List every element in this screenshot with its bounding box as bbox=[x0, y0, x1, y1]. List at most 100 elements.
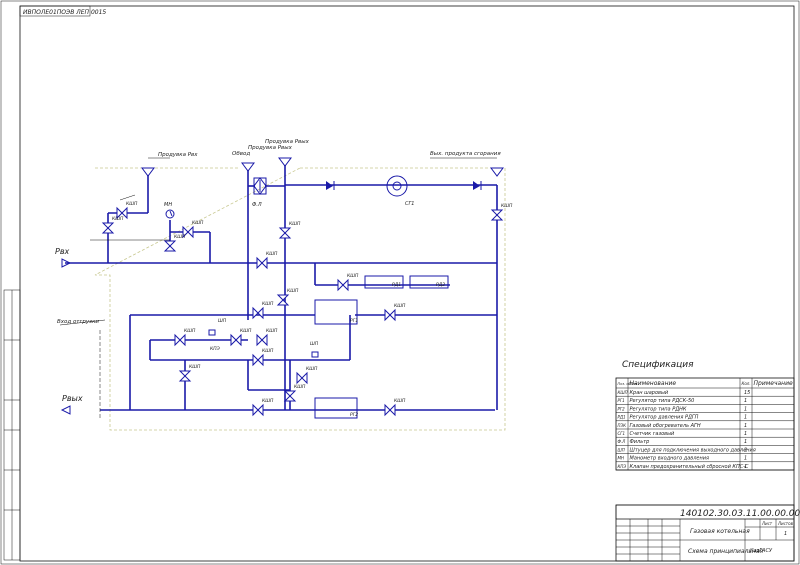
valve-label: КШП bbox=[189, 364, 201, 370]
label-pr2: РД2 bbox=[436, 282, 445, 288]
ball-valve-icon: КШП bbox=[256, 328, 278, 347]
label-rg2: РГ2 bbox=[350, 412, 358, 418]
top-stamp: ИВПОЛЕ01ПОЭВ ЛЕП 0015 bbox=[23, 9, 106, 16]
valve-label: КШП bbox=[184, 328, 196, 334]
spec-header: Примечание bbox=[754, 380, 793, 387]
valve-label: КШП bbox=[294, 384, 306, 390]
ball-valve-icon: КШП bbox=[252, 398, 274, 417]
spec-cell: Ф.Л bbox=[618, 439, 626, 444]
ball-valve-icon: КШП bbox=[256, 251, 278, 270]
valve-label: КШП bbox=[262, 398, 274, 404]
spec-cell: СГ1 bbox=[618, 431, 626, 436]
valve-label: КШП bbox=[394, 303, 406, 309]
label-rg1: РГ1 bbox=[350, 318, 358, 324]
ball-valve-icon: КШП bbox=[101, 216, 124, 234]
valve-label: КШП bbox=[289, 221, 301, 227]
drawing-sheet: ИВПОЛЕ01ПОЭВ ЛЕП 0015 Рвх Рвых Вход отгр… bbox=[0, 0, 800, 565]
manometer-icon bbox=[165, 209, 175, 219]
spec-cell: 1 bbox=[744, 406, 747, 412]
label-bypass: Обвод bbox=[232, 151, 250, 157]
ball-valve-icon: КШП bbox=[278, 221, 301, 239]
spec-cell: РГ1 bbox=[618, 398, 625, 403]
inner-border bbox=[19, 5, 795, 562]
purge-candle-3 bbox=[278, 157, 292, 167]
spec-cell: Клапан предохранительный сбросной КПС-С bbox=[630, 464, 750, 470]
boundary-zone bbox=[94, 167, 506, 431]
spec-cell: Фильтр bbox=[630, 439, 650, 445]
valve-label: КШП bbox=[501, 203, 513, 209]
left-margin-stamps bbox=[3, 289, 21, 561]
spec-header: Кол. bbox=[742, 381, 751, 386]
valve-label: КШП bbox=[306, 366, 318, 372]
label-odorant-in: Вход отгрузки bbox=[57, 319, 99, 325]
label-meter: СГ1 bbox=[405, 201, 414, 207]
spec-cell: ШП bbox=[618, 447, 625, 452]
ball-valve-icon: КШП bbox=[384, 398, 406, 417]
spec-cell: КПЭ bbox=[618, 464, 627, 469]
auxiliary-lines bbox=[59, 194, 170, 420]
sheets-label: Листов bbox=[777, 521, 794, 526]
ball-valve-icon: КШП bbox=[384, 303, 406, 322]
ball-valve-icon: КШП bbox=[276, 288, 299, 306]
valve-label: КШП bbox=[174, 234, 186, 240]
spec-table: Поз. обозн.Наименование Кол. ПримечаниеКШП… bbox=[615, 377, 795, 471]
sheet-label: Лист bbox=[761, 521, 773, 526]
valve-label: КШП bbox=[192, 220, 204, 226]
spec-title: Спецификация bbox=[622, 360, 694, 370]
spec-cell: 1 bbox=[744, 456, 747, 462]
valve-label: КШП bbox=[112, 216, 124, 222]
label-shutoff: ШП bbox=[218, 318, 227, 324]
label-pr1: РД1 bbox=[392, 282, 401, 288]
spec-cell: Регулятор типа РДСК-50 bbox=[630, 398, 695, 404]
label-gas-outlet: Вых. продукта сгорания bbox=[430, 151, 501, 157]
valve-label: КШП bbox=[394, 398, 406, 404]
ball-valve-icon: КШП bbox=[283, 384, 306, 402]
spec-header: Наименование bbox=[630, 380, 677, 387]
valve-label: КШП bbox=[287, 288, 299, 294]
ball-valve-icon: КШП bbox=[230, 328, 252, 347]
spec-cell: 1 bbox=[744, 415, 747, 421]
ball-valve-icon: КШП bbox=[296, 366, 318, 385]
outlet-arrow bbox=[60, 405, 71, 415]
label-manometer: МН bbox=[164, 202, 172, 208]
spec-cell: Счетчик газовый bbox=[630, 431, 676, 437]
label-filter: Ф.Л bbox=[252, 202, 262, 208]
shutoff-fitting-icon-2 bbox=[311, 351, 319, 358]
ball-valve-icon: КШП bbox=[252, 348, 274, 367]
label-p-out: Рвых bbox=[62, 394, 83, 403]
label-shutoff2: ШП bbox=[310, 341, 319, 347]
spec-cell: 1 bbox=[744, 423, 747, 429]
filter-icon bbox=[253, 177, 267, 195]
doc-code: 140102.30.03.11.00.00.000 bbox=[680, 509, 800, 519]
ball-valve-icon: КШП bbox=[174, 328, 196, 347]
spec-cell: Регулятор типа РДНК bbox=[630, 406, 687, 412]
valve-label: КШП bbox=[240, 328, 252, 334]
spec-cell: Манометр входного давления bbox=[630, 456, 710, 462]
valve-label: КШП bbox=[266, 251, 278, 257]
valve-label: КШП bbox=[347, 273, 359, 279]
spec-cell: РД1 bbox=[618, 415, 626, 420]
spec-cell: 1 bbox=[744, 431, 747, 437]
label-pcv: КПЭ bbox=[210, 346, 221, 352]
spec-cell: 1 bbox=[744, 398, 747, 404]
ball-valve-icon: КШП bbox=[337, 273, 359, 292]
spec-cell: Газовый обогреватель АГН bbox=[630, 423, 701, 429]
spec-cell: РГ2 bbox=[618, 406, 626, 411]
purge-candle-2 bbox=[241, 162, 255, 172]
spec-cell: ПЗК bbox=[618, 423, 627, 428]
purge-candle-1 bbox=[141, 157, 170, 177]
gas-outlet-candle bbox=[430, 157, 504, 177]
label-p-in: Рвх bbox=[55, 247, 70, 256]
spec-cell: 1 bbox=[744, 439, 747, 445]
doc-name: Газовая котельная bbox=[690, 528, 750, 535]
spec-cell: Кран шаровый bbox=[630, 390, 669, 396]
shutoff-fitting-icon bbox=[208, 329, 216, 336]
sheets-count: 1 bbox=[784, 531, 787, 537]
ball-valve-icon: КШП bbox=[163, 234, 186, 252]
org-name: КазГАСУ bbox=[750, 548, 773, 554]
spec-cell: Регулятор давления РДГП bbox=[630, 415, 699, 421]
gas-meter-icon bbox=[386, 175, 408, 197]
spec-cell: МН bbox=[618, 456, 624, 461]
ball-valve-icon: КШП bbox=[182, 220, 204, 239]
valve-label: КШП bbox=[262, 301, 274, 307]
